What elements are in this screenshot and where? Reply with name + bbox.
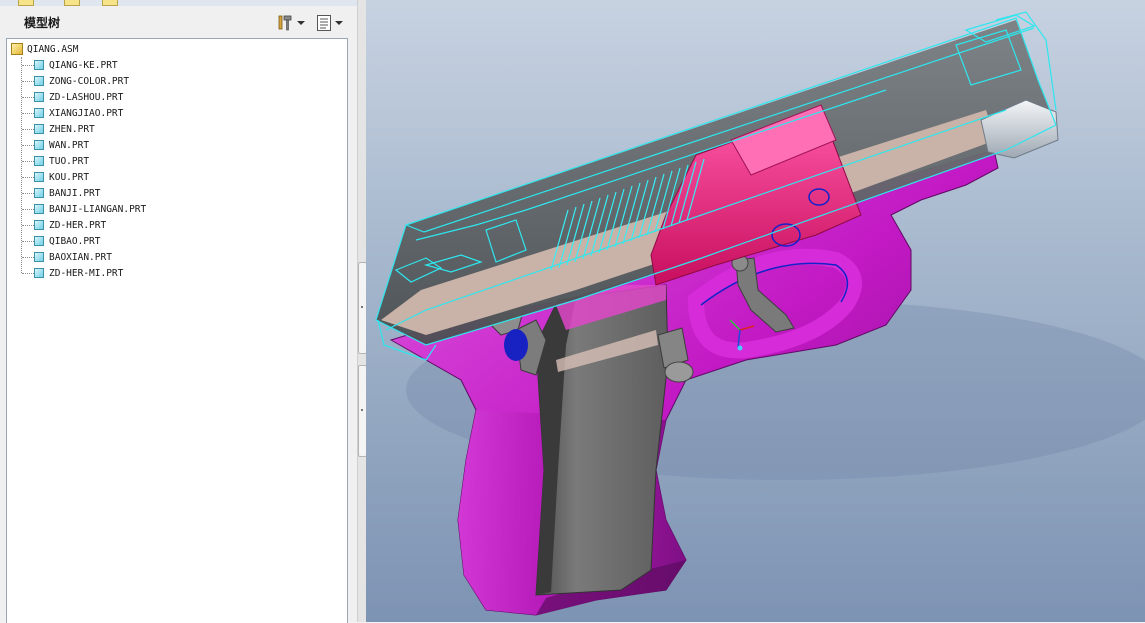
tree-item-label: TUO.PRT	[49, 155, 90, 167]
tree-connector	[22, 209, 34, 211]
tree-item-part[interactable]: ZD-HER-MI.PRT	[34, 265, 123, 281]
model-tree-header: 模型树	[6, 7, 350, 37]
tree-item-label: ZD-LASHOU.PRT	[49, 91, 124, 103]
navigator-tab-model-tree[interactable]	[18, 0, 34, 6]
tree-item-part[interactable]: QIBAO.PRT	[34, 233, 100, 249]
tree-item-label: QIBAO.PRT	[49, 235, 101, 247]
part-icon	[34, 60, 44, 70]
part-icon	[34, 76, 44, 86]
tree-connector	[22, 177, 34, 179]
tree-connector	[22, 145, 34, 147]
part-icon	[34, 204, 44, 214]
tree-item-part[interactable]: ZD-LASHOU.PRT	[34, 89, 123, 105]
pin-blue	[504, 329, 528, 361]
grip-dot	[361, 409, 363, 411]
tree-connector	[22, 161, 34, 163]
settings-tools-icon	[278, 15, 292, 31]
part-icon	[34, 252, 44, 262]
tree-item-label: ZD-HER.PRT	[49, 219, 107, 231]
tree-item-root[interactable]: QIANG.ASM	[11, 41, 78, 57]
tree-item-label: ZD-HER-MI.PRT	[49, 267, 124, 279]
tree-connector	[22, 225, 34, 227]
tree-item-part[interactable]: ZHEN.PRT	[34, 121, 95, 137]
tree-connector	[22, 65, 34, 67]
tree-item-part[interactable]: QIANG-KE.PRT	[34, 57, 118, 73]
tree-item-label: QIANG-KE.PRT	[49, 59, 118, 71]
tree-connector	[22, 273, 34, 275]
tree-item-part[interactable]: TUO.PRT	[34, 153, 89, 169]
tree-connector	[22, 113, 34, 115]
part-icon	[34, 124, 44, 134]
tree-item-label: QIANG.ASM	[27, 43, 79, 55]
part-icon	[34, 92, 44, 102]
tree-item-part[interactable]: ZONG-COLOR.PRT	[34, 73, 129, 89]
tree-item-label: ZONG-COLOR.PRT	[49, 75, 130, 87]
model-tree-list[interactable]: QIANG.ASM QIANG-KE.PRT ZONG-COLOR.PRT ZD-L…	[6, 38, 348, 623]
tree-item-part[interactable]: WAN.PRT	[34, 137, 89, 153]
tree-item-part[interactable]: XIANGJIAO.PRT	[34, 105, 123, 121]
tree-item-label: BANJI-LIANGAN.PRT	[49, 203, 147, 215]
assembly-icon	[11, 43, 23, 55]
chevron-down-icon	[335, 21, 343, 25]
tree-connector	[22, 257, 34, 259]
part-icon	[34, 268, 44, 278]
tree-item-label: KOU.PRT	[49, 171, 90, 183]
navigator-tab-folder[interactable]	[64, 0, 80, 6]
model-tree-title: 模型树	[24, 16, 61, 30]
tree-connector	[22, 129, 34, 131]
tree-item-label: ZHEN.PRT	[49, 123, 95, 135]
tree-connector	[22, 193, 34, 195]
tree-item-part[interactable]: BANJI-LIANGAN.PRT	[34, 201, 146, 217]
tree-item-label: BANJI.PRT	[49, 187, 101, 199]
part-icon	[34, 156, 44, 166]
part-icon	[34, 108, 44, 118]
part-icon	[34, 172, 44, 182]
part-icon	[34, 140, 44, 150]
tree-connector	[22, 97, 34, 99]
navigator-tab-favorites[interactable]	[102, 0, 118, 6]
show-menu-button[interactable]	[316, 13, 343, 33]
tree-display-icon	[317, 15, 331, 31]
tree-item-label: XIANGJIAO.PRT	[49, 107, 124, 119]
graphics-viewport[interactable]	[366, 0, 1145, 622]
tree-item-label: BAOXIAN.PRT	[49, 251, 112, 263]
settings-menu-button[interactable]	[276, 13, 305, 33]
model-tree-panel: 模型树 QIANG.ASM QIANG-KE.PRT ZONG-COLOR.PR…	[0, 0, 358, 623]
chevron-down-icon	[297, 21, 305, 25]
tree-item-part[interactable]: ZD-HER.PRT	[34, 217, 106, 233]
tree-connector	[22, 81, 34, 83]
hammer-pin	[664, 361, 694, 383]
tree-item-part[interactable]: BANJI.PRT	[34, 185, 100, 201]
grip-dot	[361, 306, 363, 308]
part-icon	[34, 188, 44, 198]
part-icon	[34, 220, 44, 230]
tree-connector	[22, 241, 34, 243]
part-icon	[34, 236, 44, 246]
tree-item-part[interactable]: KOU.PRT	[34, 169, 89, 185]
navigator-tab-strip	[0, 0, 357, 6]
tree-item-label: WAN.PRT	[49, 139, 90, 151]
tree-item-part[interactable]: BAOXIAN.PRT	[34, 249, 112, 265]
pistol-model-render	[375, 11, 1145, 616]
